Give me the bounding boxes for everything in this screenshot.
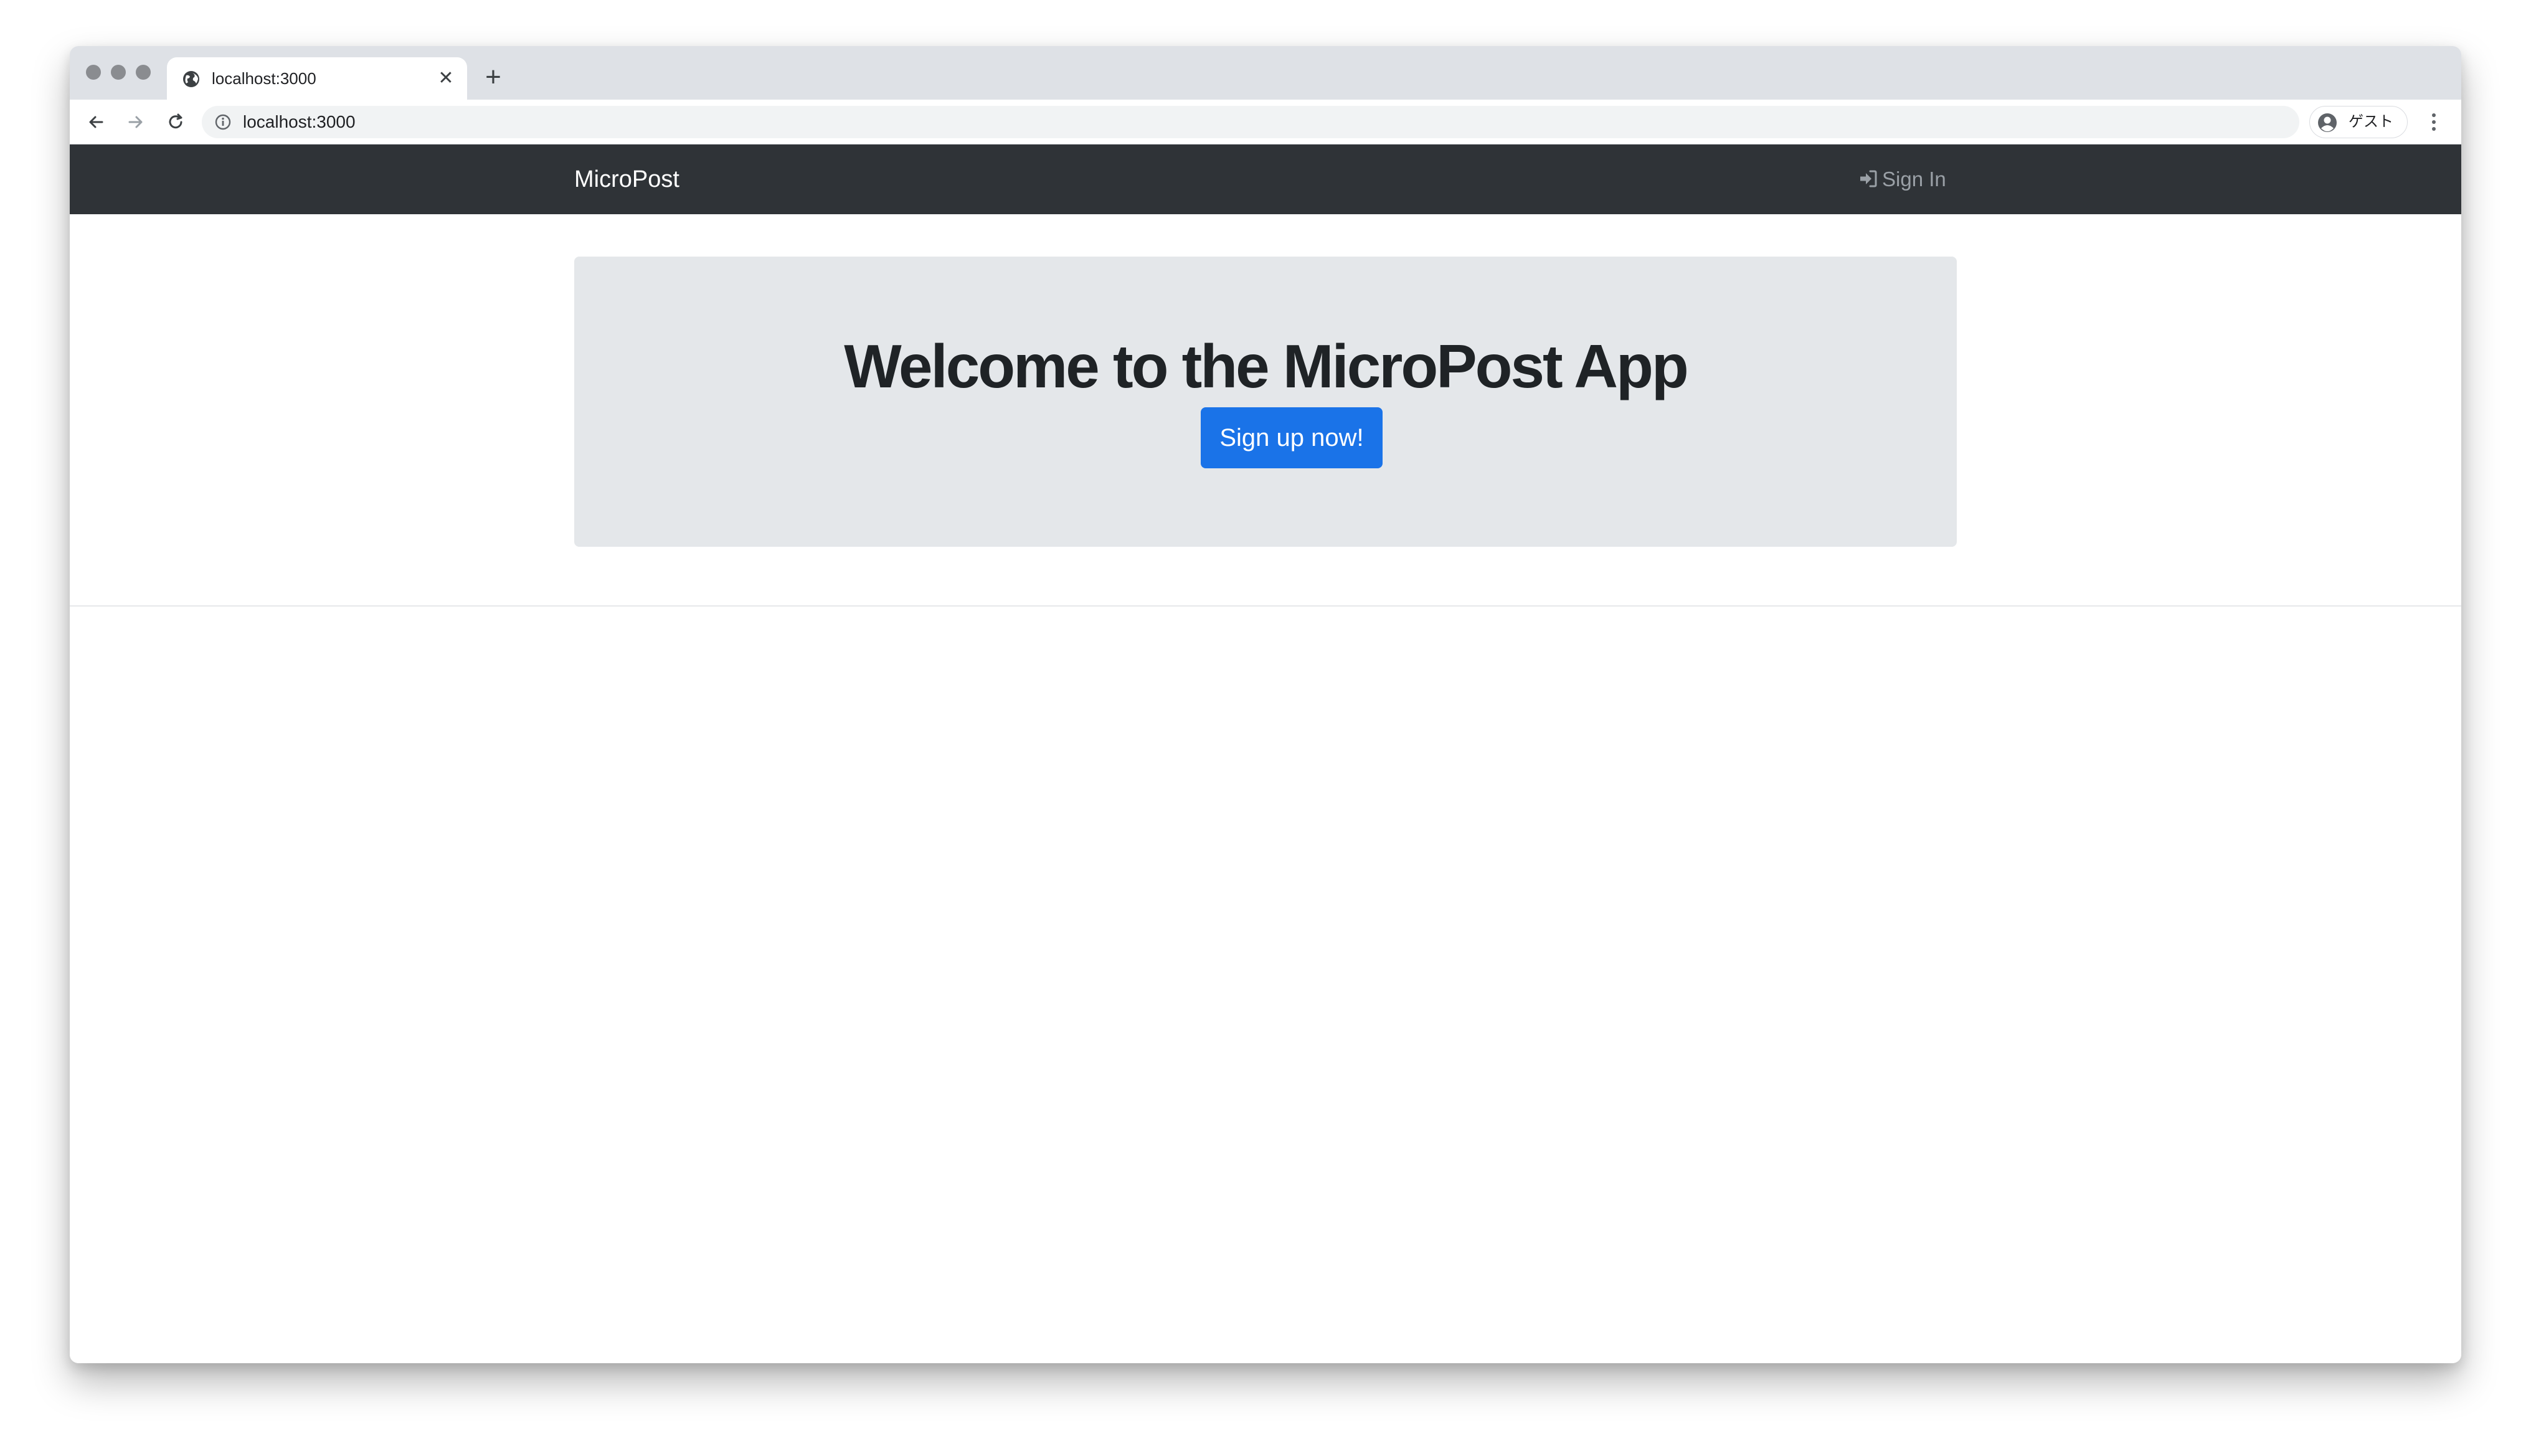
tab-title: localhost:3000 xyxy=(212,69,316,88)
info-icon[interactable] xyxy=(214,113,232,131)
browser-window: localhost:3000 ✕ + localhost:3000 ゲスト Mi… xyxy=(70,46,2461,1363)
profile-button[interactable]: ゲスト xyxy=(2309,106,2408,138)
account-circle-icon xyxy=(2317,113,2337,133)
signup-button[interactable]: Sign up now! xyxy=(1201,407,1383,468)
maximize-window-button[interactable] xyxy=(136,65,151,80)
hero-title: Welcome to the MicroPost App xyxy=(844,332,1688,400)
reload-icon[interactable] xyxy=(161,107,191,137)
browser-toolbar: localhost:3000 ゲスト xyxy=(70,100,2461,144)
minimize-window-button[interactable] xyxy=(111,65,126,80)
web-page: MicroPost Sign In Welcome to the MicroPo… xyxy=(70,144,2461,1363)
brand-link[interactable]: MicroPost xyxy=(574,144,679,214)
arrow-left-icon[interactable] xyxy=(81,107,111,137)
browser-tab[interactable]: localhost:3000 ✕ xyxy=(167,57,467,100)
new-tab-button[interactable]: + xyxy=(477,61,509,93)
divider xyxy=(70,605,2461,607)
close-tab-icon[interactable]: ✕ xyxy=(435,67,457,90)
signin-link[interactable]: Sign In xyxy=(1858,144,1946,214)
address-bar[interactable]: localhost:3000 xyxy=(202,106,2299,138)
app-navbar: MicroPost Sign In xyxy=(70,144,2461,214)
close-window-button[interactable] xyxy=(86,65,101,80)
browser-menu-icon[interactable] xyxy=(2420,108,2448,136)
arrow-right-icon[interactable] xyxy=(121,107,151,137)
hero-jumbotron: Welcome to the MicroPost App Sign up now… xyxy=(574,257,1957,547)
sign-in-icon xyxy=(1860,170,1877,187)
signin-label: Sign In xyxy=(1882,168,1946,191)
profile-label: ゲスト xyxy=(2349,113,2393,130)
tab-strip: localhost:3000 ✕ + xyxy=(70,46,2461,100)
address-url[interactable]: localhost:3000 xyxy=(243,106,356,138)
globe-icon xyxy=(182,70,201,88)
